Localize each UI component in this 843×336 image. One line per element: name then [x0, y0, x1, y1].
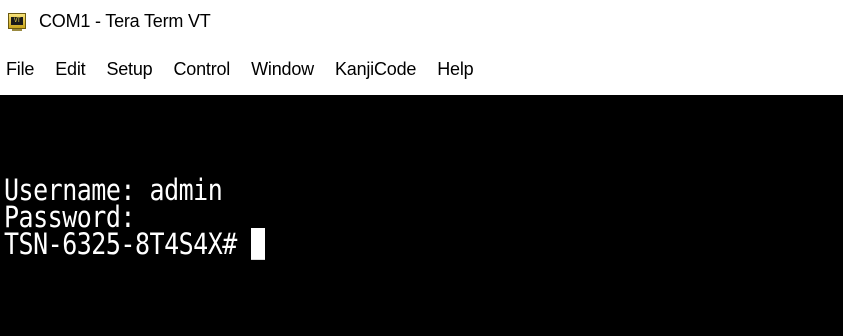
menu-bar: File Edit Setup Control Window KanjiCode…	[0, 46, 843, 94]
teraterm-window: VT COM1 - Tera Term VT File Edit Setup C…	[0, 0, 843, 336]
terminal-prompt-text: TSN-6325-8T4S4X#	[4, 226, 252, 262]
menu-kanjicode[interactable]: KanjiCode	[325, 55, 427, 86]
terminal-screen[interactable]: Username: admin Password: TSN-6325-8T4S4…	[0, 95, 843, 336]
menu-setup[interactable]: Setup	[96, 55, 163, 86]
app-icon-label: VT	[11, 17, 23, 25]
teraterm-vt-icon[interactable]: VT	[8, 13, 26, 31]
title-bar[interactable]: VT COM1 - Tera Term VT	[0, 0, 843, 46]
window-title: COM1 - Tera Term VT	[39, 10, 211, 31]
menu-window[interactable]: Window	[241, 55, 325, 86]
menu-file[interactable]: File	[4, 55, 45, 86]
menu-control[interactable]: Control	[163, 55, 241, 86]
terminal-line-prompt: TSN-6325-8T4S4X#	[4, 228, 843, 260]
menu-edit[interactable]: Edit	[45, 55, 96, 86]
terminal-cursor	[251, 228, 266, 260]
menu-help[interactable]: Help	[427, 55, 484, 86]
